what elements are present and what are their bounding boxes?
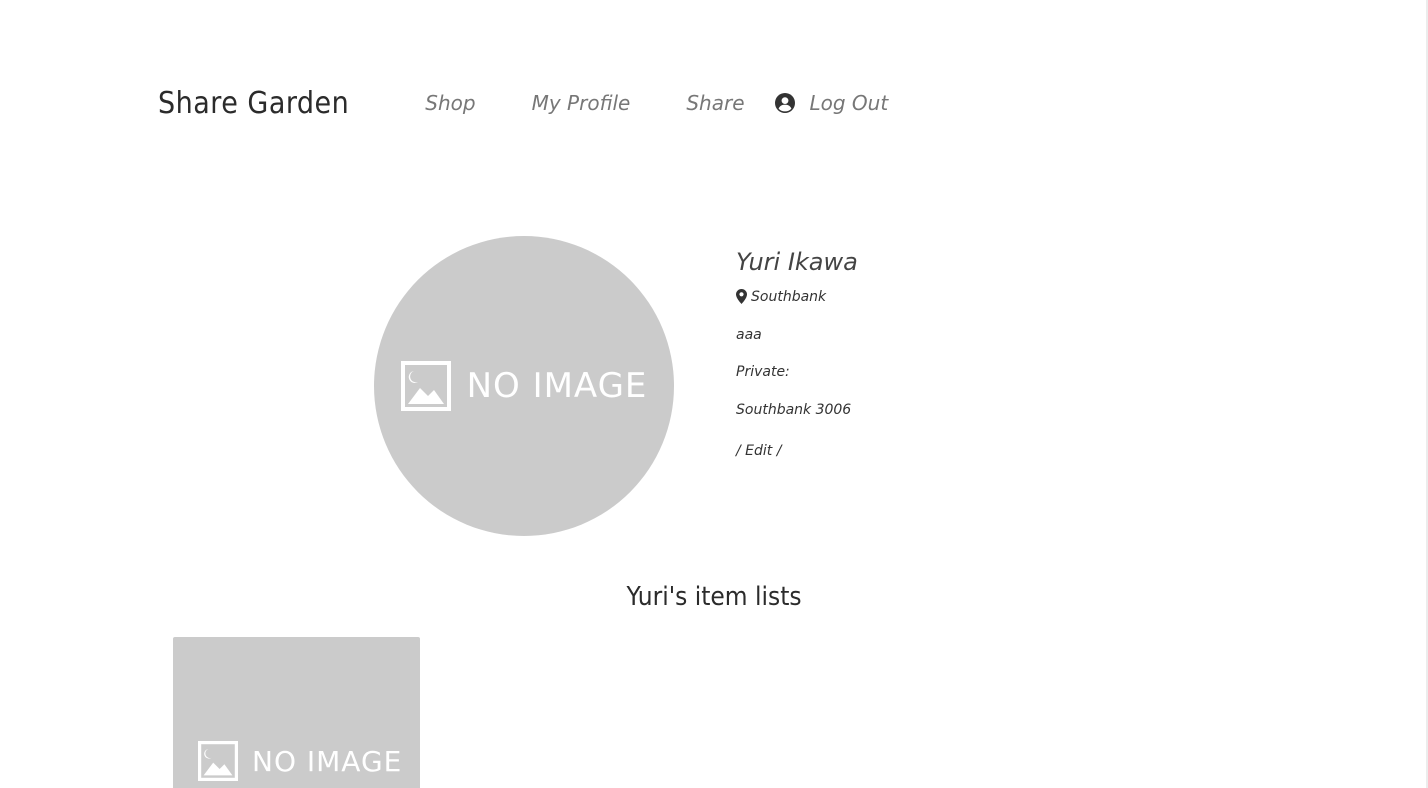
profile-avatar: NO IMAGE	[374, 236, 674, 536]
nav-my-profile-link[interactable]: My Profile	[532, 91, 631, 115]
location-label: Southbank	[751, 289, 827, 305]
map-pin-icon	[736, 289, 747, 304]
page: Share Garden Shop My Profile Share Log O…	[0, 0, 1428, 788]
nav-shop-link[interactable]: Shop	[425, 91, 475, 115]
no-image-label: NO IMAGE	[466, 366, 648, 406]
brand-logo[interactable]: Share Garden	[158, 86, 349, 121]
user-circle-icon	[774, 93, 795, 113]
nav-share-link[interactable]: Share	[686, 91, 744, 115]
image-icon	[400, 361, 451, 411]
logout-button[interactable]: Log Out	[774, 91, 889, 115]
no-image-label: NO IMAGE	[252, 744, 403, 778]
edit-profile-link[interactable]: / Edit /	[736, 443, 781, 459]
profile-address: Southbank 3006	[736, 401, 852, 418]
profile-name: Yuri Ikawa	[736, 248, 858, 276]
no-image-placeholder: NO IMAGE	[400, 361, 648, 411]
item-card[interactable]: NO IMAGE	[173, 637, 420, 788]
profile-info: Yuri Ikawa Southbank aaa Private: Southb…	[736, 248, 1136, 459]
main-nav: Shop My Profile Share Log Out	[425, 91, 888, 115]
profile-private-label: Private:	[736, 364, 790, 380]
profile-bio: aaa	[736, 326, 762, 343]
site-header: Share Garden Shop My Profile Share Log O…	[158, 80, 888, 126]
no-image-placeholder: NO IMAGE	[198, 741, 402, 781]
logout-label: Log Out	[809, 91, 889, 115]
profile-location: Southbank	[736, 286, 1136, 324]
image-icon	[198, 741, 238, 781]
item-lists-title: Yuri's item lists	[626, 582, 802, 612]
